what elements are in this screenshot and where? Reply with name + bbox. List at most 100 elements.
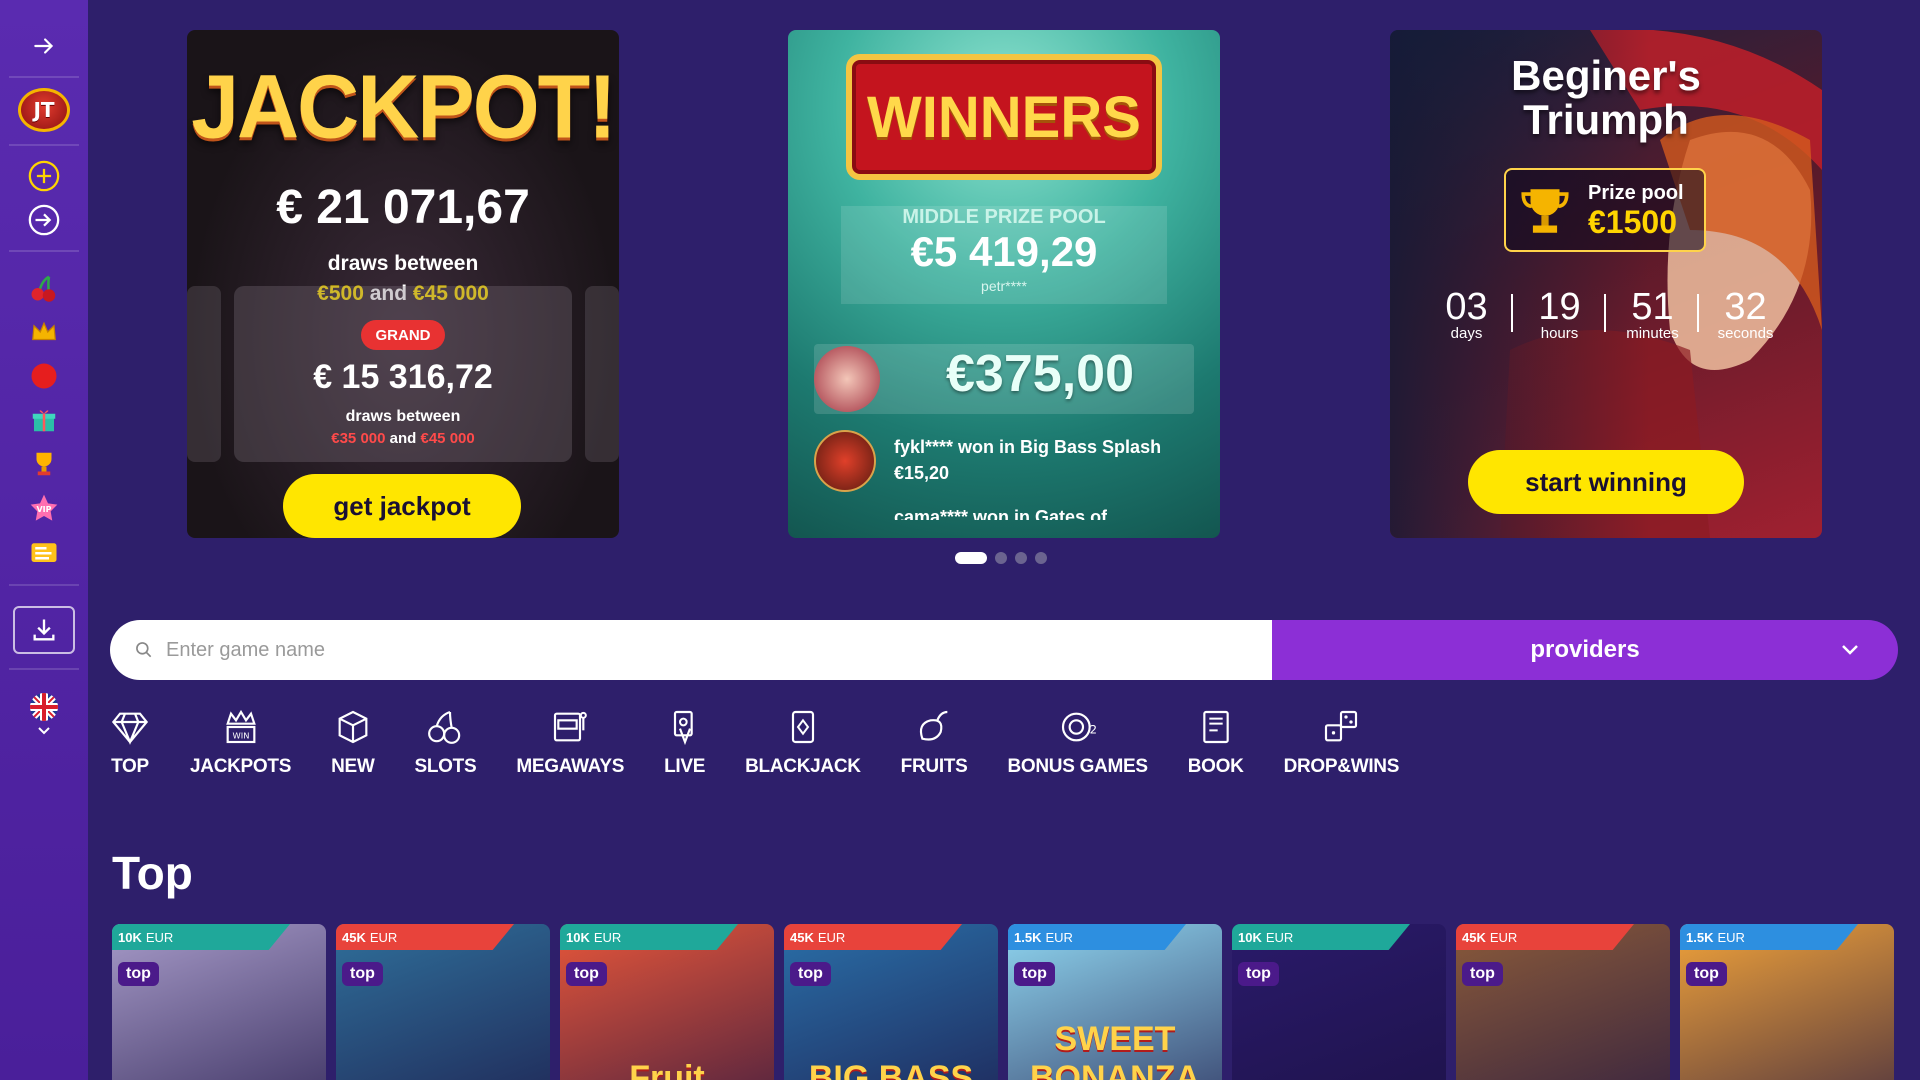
- providers-dropdown[interactable]: providers: [1272, 620, 1898, 680]
- jackpot-amount: 10K: [566, 929, 590, 945]
- prize-pool-amount: €5 419,29: [910, 228, 1098, 275]
- sidebar-item-tournaments[interactable]: [14, 442, 74, 486]
- cherries-icon: [428, 710, 461, 744]
- sidebar-item-bonuses[interactable]: [14, 398, 74, 442]
- jackpot-amount: 1.5K: [1014, 929, 1042, 945]
- carousel-dot[interactable]: [1035, 552, 1047, 564]
- jackpot-amount: € 21 071,67: [276, 181, 530, 234]
- jackpot-ribbon: 10K EUR: [560, 924, 738, 950]
- jackpot-banner[interactable]: JACKPOT! € 21 071,67 draws between €500 …: [187, 30, 619, 538]
- category-jackpots[interactable]: WIN JACKPOTS: [190, 706, 291, 778]
- sidebar-item-slots[interactable]: [14, 266, 74, 310]
- expand-sidebar-button[interactable]: [14, 24, 74, 68]
- winner-feed-item: cama**** won in Gates of: [894, 506, 1107, 520]
- category-blackjack[interactable]: BLACKJACK: [745, 706, 861, 778]
- grand-range: €35 000 and €45 000: [187, 430, 619, 447]
- jackpot-currency: EUR: [1489, 929, 1518, 945]
- category-drop-wins[interactable]: DROP&WINS: [1284, 706, 1399, 778]
- start-winning-button[interactable]: start winning: [1468, 450, 1744, 514]
- category-label: NEW: [331, 756, 375, 777]
- winners-sign: WINNERS: [846, 54, 1162, 180]
- game-tile[interactable]: 45K EUR top BIG BASS: [784, 924, 998, 1080]
- section-title: Top: [112, 847, 193, 899]
- book-icon: [1202, 710, 1229, 744]
- carousel-dot[interactable]: [995, 552, 1007, 564]
- prize-pool-label: Prize pool: [1588, 182, 1684, 204]
- big-bass-thumb: [814, 430, 876, 492]
- game-logo-text: SWEET BONANZA: [1030, 1020, 1200, 1080]
- game-tile[interactable]: 10K EUR top Fruit: [560, 924, 774, 1080]
- carousel-dot[interactable]: [1015, 552, 1027, 564]
- category-slots[interactable]: SLOTS: [415, 706, 477, 778]
- prize-pool-label: MIDDLE PRIZE POOL: [902, 206, 1106, 228]
- countdown-timer: 03 days 19 hours 51 minutes 32 seconds: [1420, 286, 1792, 342]
- grand-badge: GRAND: [361, 320, 445, 350]
- category-megaways[interactable]: MEGAWAYS: [516, 706, 624, 778]
- top-badge: top: [118, 962, 159, 986]
- winner-feed-item: fykl**** won in Big Bass Splash €15,20: [894, 434, 1161, 486]
- top-badge: top: [342, 962, 383, 986]
- title-line-1: Beginer's: [1511, 52, 1701, 99]
- category-nav: TOP WIN JACKPOTS NEW SLOTS MEGAWAYS LIVE…: [110, 706, 1439, 778]
- grand-low: €35 000: [331, 430, 386, 447]
- providers-label: providers: [1530, 636, 1640, 663]
- jackpot-currency: EUR: [369, 929, 398, 945]
- arrow-right-icon: [34, 38, 54, 54]
- jackpot-amount: 45K: [1462, 929, 1486, 945]
- logo[interactable]: JT: [18, 88, 70, 132]
- minutes-value: 51: [1631, 286, 1674, 328]
- language-selector[interactable]: [14, 684, 74, 744]
- game-tile[interactable]: 10K EUR top: [1232, 924, 1446, 1080]
- jackpot-draws-label: draws between: [327, 252, 479, 275]
- search-bar: providers: [110, 620, 1898, 680]
- sidebar-item-live[interactable]: [14, 354, 74, 398]
- game-tile[interactable]: 45K EUR top: [336, 924, 550, 1080]
- game-tile[interactable]: 1.5K EUR top SWEET BONANZA: [1008, 924, 1222, 1080]
- category-live[interactable]: LIVE: [664, 706, 705, 778]
- jackpot-amount: 10K: [1238, 929, 1262, 945]
- category-label: BOOK: [1187, 756, 1244, 777]
- category-new[interactable]: NEW: [331, 706, 375, 778]
- prize-pool-value: €1500: [1588, 204, 1677, 240]
- get-jackpot-button[interactable]: get jackpot: [283, 474, 521, 538]
- divider: [9, 144, 79, 146]
- gift-icon: [32, 410, 56, 432]
- carousel-dot[interactable]: [955, 552, 987, 564]
- top-badge: top: [1462, 962, 1503, 986]
- jackpot-currency: EUR: [593, 929, 622, 945]
- tournament-banner[interactable]: Beginer's Triumph Prize pool €1500 03 day…: [1390, 30, 1822, 538]
- category-top[interactable]: TOP: [110, 706, 150, 778]
- jackpot-crown-icon: WIN: [225, 709, 256, 744]
- category-book[interactable]: BOOK: [1188, 706, 1244, 778]
- category-label: JACKPOTS: [190, 756, 292, 777]
- download-icon: [33, 619, 55, 641]
- search-field[interactable]: [110, 620, 1272, 680]
- category-fruits[interactable]: FRUITS: [901, 706, 968, 778]
- login-button[interactable]: [14, 198, 74, 242]
- sidebar: JT VIP: [0, 0, 88, 1080]
- search-input[interactable]: [166, 638, 1166, 662]
- live-cards-icon: [673, 710, 693, 746]
- vip-star-icon: VIP: [30, 494, 58, 521]
- register-button[interactable]: [14, 154, 74, 198]
- sidebar-item-vip[interactable]: [14, 310, 74, 354]
- timer-days: 03 days: [1421, 286, 1513, 342]
- dice-icon: [338, 710, 368, 744]
- trophy-icon: [36, 452, 52, 476]
- game-tile[interactable]: 10K EUR top: [112, 924, 326, 1080]
- divider: [9, 76, 79, 78]
- download-app-button[interactable]: [13, 606, 75, 654]
- category-bonus-games[interactable]: 2 BONUS GAMES: [1007, 706, 1148, 778]
- game-logo-text: Fruit: [629, 1059, 705, 1080]
- jackpot-ribbon: 10K EUR: [1232, 924, 1410, 950]
- jackpot-title: JACKPOT!: [191, 56, 617, 158]
- live-dot-icon: [31, 363, 57, 389]
- sidebar-item-vip-club[interactable]: VIP: [14, 486, 74, 530]
- game-tile[interactable]: 1.5K EUR top: [1680, 924, 1894, 1080]
- jackpot-currency: EUR: [1265, 929, 1294, 945]
- tournament-title: Beginer's Triumph: [1390, 54, 1822, 142]
- winners-banner[interactable]: WINNERS MIDDLE PRIZE POOL €5 419,29 petr…: [788, 30, 1220, 538]
- sidebar-item-news[interactable]: [14, 530, 74, 574]
- svg-text:VIP: VIP: [36, 505, 51, 514]
- game-tile[interactable]: 45K EUR top: [1456, 924, 1670, 1080]
